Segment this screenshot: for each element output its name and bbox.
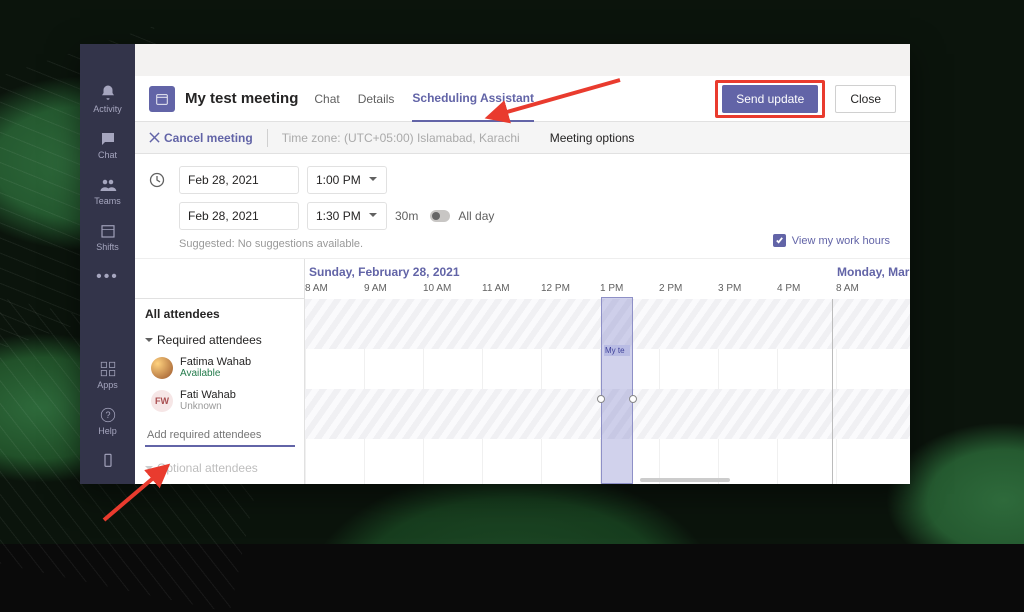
day-header: Sunday, February 28, 2021	[309, 265, 460, 279]
all-attendees-header: All attendees	[135, 299, 304, 329]
tab-scheduling-assistant[interactable]: Scheduling Assistant	[412, 76, 534, 122]
chevron-down-icon	[368, 173, 378, 187]
sidebar-item-shifts[interactable]: Shifts	[80, 214, 135, 260]
svg-text:?: ?	[105, 410, 110, 420]
start-time-field[interactable]: 1:00 PM	[307, 166, 387, 194]
sidebar-item-more[interactable]: •••	[80, 260, 135, 294]
cancel-label: Cancel meeting	[164, 131, 253, 145]
help-icon: ?	[99, 406, 117, 424]
cancel-meeting-button[interactable]: Cancel meeting	[149, 131, 253, 145]
tab-details[interactable]: Details	[358, 76, 395, 122]
sidebar-label: Activity	[93, 104, 122, 114]
allday-label: All day	[458, 209, 494, 223]
schedule-grid[interactable]: Sunday, February 28, 2021 Monday, Mar 8 …	[305, 259, 910, 484]
attendee-row[interactable]: Fatima Wahab Available	[135, 351, 304, 384]
horizontal-scrollbar[interactable]	[585, 478, 785, 484]
meeting-title: My test meeting	[185, 90, 298, 107]
slot-handle-left[interactable]	[597, 395, 605, 403]
chevron-down-icon	[368, 209, 378, 223]
view-work-hours-checkbox[interactable]: View my work hours	[773, 234, 890, 247]
attendee-status: Unknown	[180, 401, 236, 412]
apps-icon	[99, 360, 117, 378]
start-date-field[interactable]: Feb 28, 2021	[179, 166, 299, 194]
shifts-icon	[99, 222, 117, 240]
event-chip[interactable]: My te	[604, 345, 630, 356]
close-icon	[149, 132, 160, 143]
slot-handle-right[interactable]	[629, 395, 637, 403]
hour-label: 8 AM	[305, 283, 364, 299]
hour-label: 8 AM	[836, 283, 895, 299]
hour-label: 4 PM	[777, 283, 836, 299]
hour-label: 11 AM	[482, 283, 541, 299]
view-hours-label: View my work hours	[792, 235, 890, 247]
required-attendees-header[interactable]: Required attendees	[135, 329, 304, 351]
date-section: Feb 28, 2021 1:00 PM Feb 28, 2021 1:30 P…	[135, 154, 910, 259]
hour-label: 10 AM	[423, 283, 482, 299]
sidebar-item-device[interactable]	[80, 444, 135, 484]
caret-down-icon	[145, 336, 153, 344]
sidebar-label: Shifts	[96, 242, 119, 252]
calendar-icon	[149, 86, 175, 112]
bell-icon	[99, 84, 117, 102]
duration-label: 30m	[395, 209, 418, 223]
attendee-row[interactable]: FW Fati Wahab Unknown	[135, 384, 304, 417]
tab-chat[interactable]: Chat	[314, 76, 339, 122]
teams-icon	[99, 176, 117, 194]
selected-timeslot[interactable]: My te	[601, 297, 633, 484]
subbar: Cancel meeting Time zone: (UTC+05:00) Is…	[135, 122, 910, 154]
end-time-field[interactable]: 1:30 PM	[307, 202, 387, 230]
sidebar-item-teams[interactable]: Teams	[80, 168, 135, 214]
sidebar-item-chat[interactable]: Chat	[80, 122, 135, 168]
meeting-options-link[interactable]: Meeting options	[550, 131, 635, 145]
attendees-pane: All attendees Required attendees Fatima …	[135, 259, 305, 484]
hour-label: 3 PM	[718, 283, 777, 299]
hour-label: 9 AM	[364, 283, 423, 299]
day-header-next: Monday, Mar	[837, 265, 909, 279]
sidebar-item-activity[interactable]: Activity	[80, 76, 135, 122]
sidebar-label: Chat	[98, 150, 117, 160]
sidebar-label: Help	[98, 426, 117, 436]
hour-label: 12 PM	[541, 283, 600, 299]
field-value: Feb 28, 2021	[188, 209, 259, 223]
chat-icon	[99, 130, 117, 148]
hour-label: 2 PM	[659, 283, 718, 299]
close-button[interactable]: Close	[835, 85, 896, 113]
app-sidebar: Activity Chat Teams Shifts ••• Apps ? He…	[80, 44, 135, 484]
sidebar-item-help[interactable]: ? Help	[80, 398, 135, 444]
sidebar-label: Apps	[97, 380, 118, 390]
sidebar-label: Teams	[94, 196, 121, 206]
attendee-name: Fati Wahab	[180, 389, 236, 401]
avatar	[151, 357, 173, 379]
caret-down-icon	[145, 464, 153, 472]
field-value: 1:00 PM	[316, 173, 361, 187]
sidebar-item-apps[interactable]: Apps	[80, 352, 135, 398]
send-update-button[interactable]: Send update	[722, 85, 818, 113]
meeting-header: My test meeting Chat Details Scheduling …	[135, 76, 910, 122]
add-required-attendees-input[interactable]	[145, 425, 295, 447]
allday-toggle[interactable]	[430, 210, 450, 222]
attendee-name: Fatima Wahab	[180, 356, 251, 368]
avatar: FW	[151, 390, 173, 412]
timezone-label: Time zone: (UTC+05:00) Islamabad, Karach…	[282, 131, 520, 145]
device-icon	[99, 452, 117, 470]
send-update-highlight: Send update	[715, 80, 825, 118]
optional-attendees-header[interactable]: Optional attendees	[135, 457, 304, 479]
field-value: 1:30 PM	[316, 209, 361, 223]
attendee-status: Available	[180, 368, 251, 379]
checkbox-icon	[773, 234, 786, 247]
field-value: Feb 28, 2021	[188, 173, 259, 187]
clock-icon	[149, 172, 165, 188]
end-date-field[interactable]: Feb 28, 2021	[179, 202, 299, 230]
